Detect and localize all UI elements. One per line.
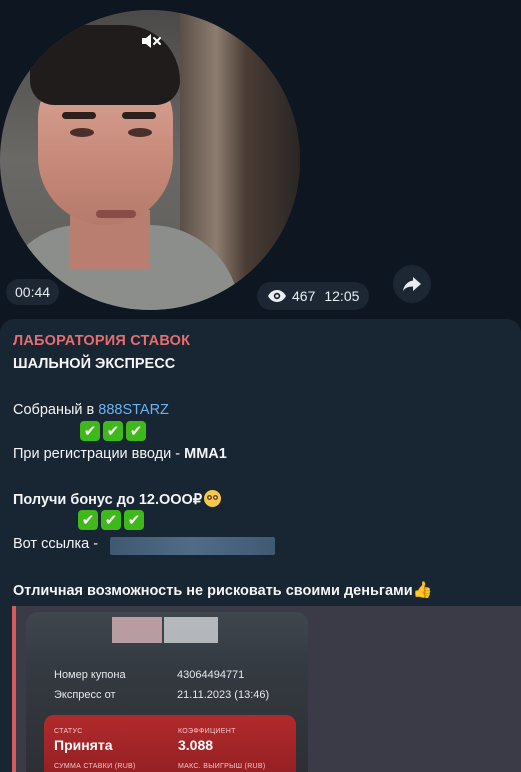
- express-label: Экспресс от: [54, 689, 116, 701]
- message-time: 12:05: [324, 288, 360, 304]
- forward-button[interactable]: [393, 265, 431, 303]
- coupon-card: СТАТУС Принята КОЭФФИЦИЕНТ 3.088 СУММА С…: [44, 715, 296, 772]
- video-person-brow: [122, 112, 156, 119]
- closing-line: Отличная возможность не рисковать своими…: [13, 580, 433, 599]
- message-meta: 467 12:05: [257, 282, 370, 310]
- video-person-brow: [62, 112, 96, 119]
- quote-bar: [12, 606, 16, 772]
- status-label: СТАТУС: [54, 728, 83, 735]
- promo-code: MMA1: [184, 446, 227, 462]
- link-line: Вот ссылка -: [13, 536, 98, 552]
- sender-name[interactable]: ЛАБОРАТОРИЯ СТАВОК: [13, 333, 190, 349]
- check-icon: ✔: [78, 510, 98, 530]
- express-date: 21.11.2023 (13:46): [177, 689, 270, 701]
- flushed-face-icon: [204, 490, 222, 507]
- link-prefix: Вот ссылка -: [13, 536, 99, 552]
- stake-label: СУММА СТАВКИ (RUB): [54, 763, 136, 770]
- views-count: 467: [292, 288, 316, 304]
- collected-prefix: Собраный в: [13, 402, 99, 418]
- check-icon: ✔: [124, 510, 144, 530]
- video-message[interactable]: [0, 10, 300, 310]
- pixelated-area: [164, 617, 218, 643]
- pixelated-area: [112, 617, 162, 643]
- closing-text: Отличная возможность не рисковать своими…: [13, 583, 413, 599]
- video-person-eye: [70, 128, 94, 137]
- post-title: ШАЛЬНОЙ ЭКСПРЕСС: [13, 356, 176, 372]
- bonus-line: Получи бонус до 12.OOO₽: [13, 490, 222, 508]
- check-icon: ✔: [126, 421, 146, 441]
- hidden-link[interactable]: [110, 537, 275, 555]
- bonus-text: Получи бонус до 12.OOO₽: [13, 492, 203, 508]
- max-win-label: МАКС. ВЫИГРЫШ (RUB): [178, 763, 266, 770]
- forward-arrow-icon: [403, 277, 421, 291]
- eye-icon: [268, 290, 286, 302]
- thumbs-up-icon: 👍: [412, 580, 433, 599]
- check-icon: ✔: [103, 421, 123, 441]
- check-icon: ✔: [80, 421, 100, 441]
- video-duration: 00:44: [6, 279, 60, 305]
- coupon-image[interactable]: Номер купона 43064494771 Экспресс от 21.…: [26, 612, 308, 772]
- coupon-number-label: Номер купона: [54, 669, 126, 681]
- status-value: Принята: [54, 737, 113, 753]
- check-emojis: ✔ ✔ ✔: [78, 510, 144, 530]
- promo-line: При регистрации вводи - MMA1: [13, 446, 227, 462]
- coefficient-label: КОЭФФИЦИЕНТ: [178, 728, 236, 735]
- bookmaker-link[interactable]: 888STARZ: [98, 402, 169, 418]
- muted-speaker-icon[interactable]: [139, 30, 163, 52]
- promo-prefix: При регистрации вводи -: [13, 446, 185, 462]
- coefficient-value: 3.088: [178, 737, 214, 753]
- check-icon: ✔: [101, 510, 121, 530]
- coupon-number: 43064494771: [177, 669, 245, 681]
- check-emojis: ✔ ✔ ✔: [80, 421, 146, 441]
- video-person-mouth: [96, 210, 136, 218]
- video-person-eye: [128, 128, 152, 137]
- collected-line: Собраный в 888STARZ: [13, 402, 169, 418]
